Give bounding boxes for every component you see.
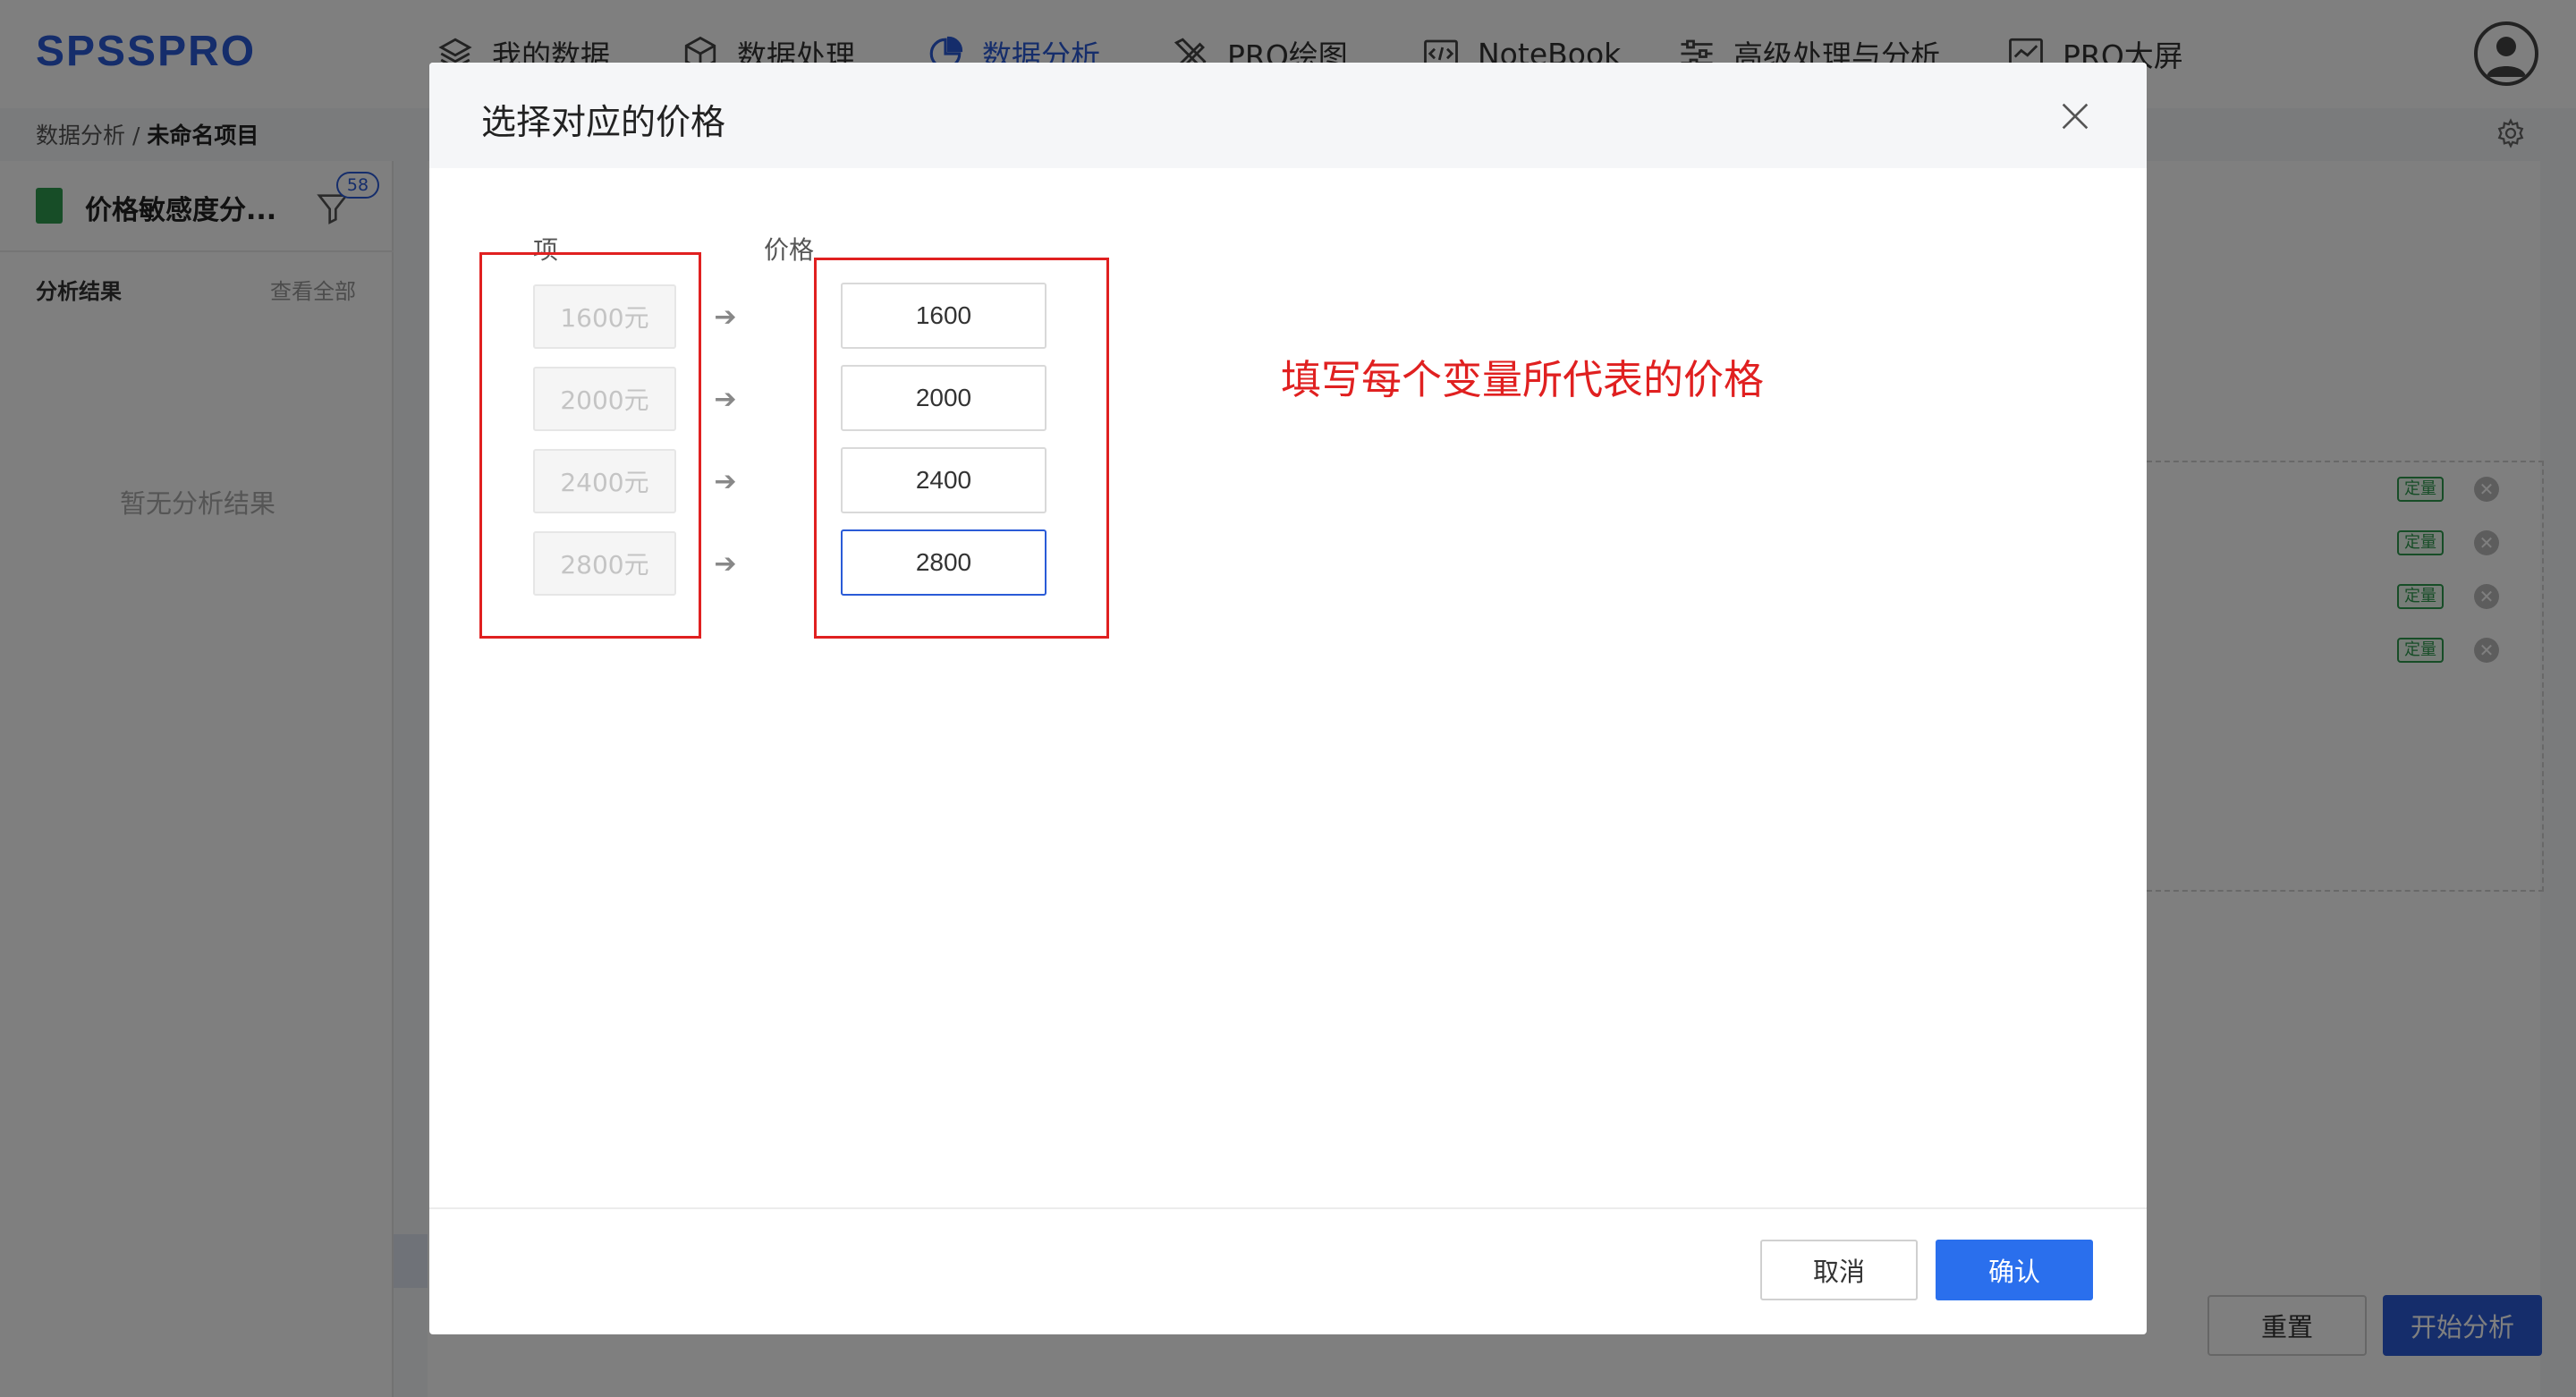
- column-header-price: 价格: [764, 235, 815, 265]
- highlight-box-prices: [814, 258, 1109, 639]
- arrow-right-icon: ➔: [714, 547, 737, 580]
- arrow-right-icon: ➔: [714, 383, 737, 415]
- close-icon[interactable]: [2057, 98, 2093, 134]
- highlight-box-items: [479, 252, 701, 639]
- annotation-text: 填写每个变量所代表的价格: [1281, 356, 1765, 403]
- arrow-right-icon: ➔: [714, 465, 737, 497]
- confirm-button[interactable]: 确认: [1936, 1240, 2093, 1300]
- cancel-button[interactable]: 取消: [1760, 1240, 1918, 1300]
- arrow-right-icon: ➔: [714, 301, 737, 333]
- dialog-header: 选择对应的价格: [429, 63, 2147, 168]
- dialog-footer-divider: [429, 1207, 2147, 1209]
- price-mapping-dialog: 选择对应的价格 项 价格 1600元 2000元 2400元 2800元 ➔ ➔…: [429, 63, 2147, 1334]
- dialog-title: 选择对应的价格: [481, 103, 726, 143]
